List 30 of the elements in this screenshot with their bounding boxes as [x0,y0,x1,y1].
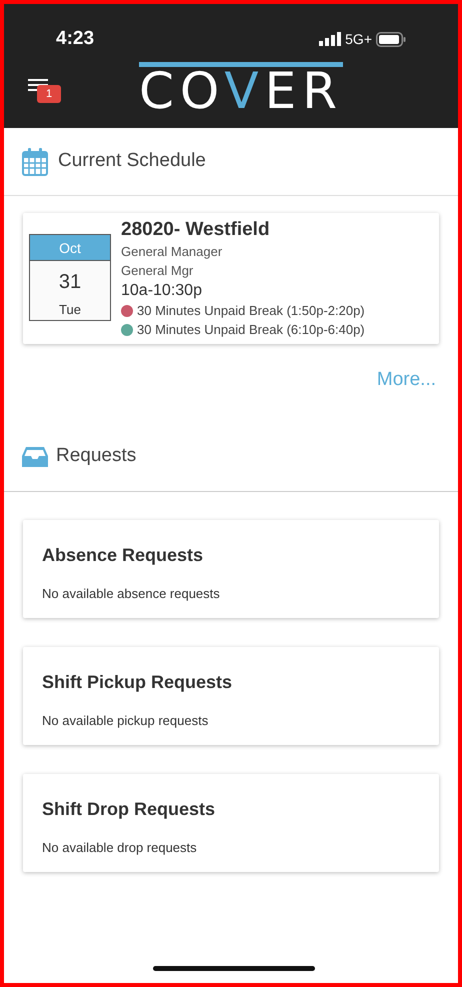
request-card[interactable]: Absence Requests No available absence requests [23,520,439,618]
empty-message: No available pickup requests [42,712,210,730]
shift-location: 28020- Westfield [121,218,271,242]
section-title: Current Schedule [58,149,206,174]
break-label: 30 Minutes Unpaid Break (6:10p-6:40p) [137,321,365,339]
empty-message: No available drop requests [42,838,198,857]
card-title: Absence Requests [42,544,204,567]
menu-button[interactable]: 1 [24,74,64,104]
card-title: Shift Pickup Requests [42,670,234,694]
battery-icon [376,32,406,46]
weekday-label: Tue [58,301,82,319]
request-card[interactable]: Shift Drop Requests No available drop requests [23,774,439,872]
notification-badge: 1 [37,85,61,103]
cover-logo: COV ER [139,62,343,116]
inbox-icon [22,446,48,466]
request-card[interactable]: Shift Pickup Requests No available pickup requests [23,646,439,744]
month-label: Oct [30,235,110,261]
shift-position: General Manager [121,243,224,261]
shift-hours: 10a-10:30p [121,281,203,301]
card-title: Shift Drop Requests [42,798,216,821]
status-time: 4:23 [56,26,94,51]
section-title: Requests [56,444,136,468]
empty-message: No available absence requests [42,584,221,603]
break-label: 30 Minutes Unpaid Break (1:50p-2:20p) [137,302,365,320]
calendar-icon [22,148,48,176]
network-label: 5G+ [345,30,372,48]
shift-role: General Mgr [121,262,194,280]
day-number: 31 [58,270,82,295]
signal-icon [319,32,342,46]
shift-card[interactable]: Oct 31 Tue 28020- Westfield General Manager General Mgr 10a-10:30p 30 Minutes Unpaid Break (1:50p-2:20p) 30 Minutes Unpaid Break (6:10p-6:40p) [23,213,439,344]
